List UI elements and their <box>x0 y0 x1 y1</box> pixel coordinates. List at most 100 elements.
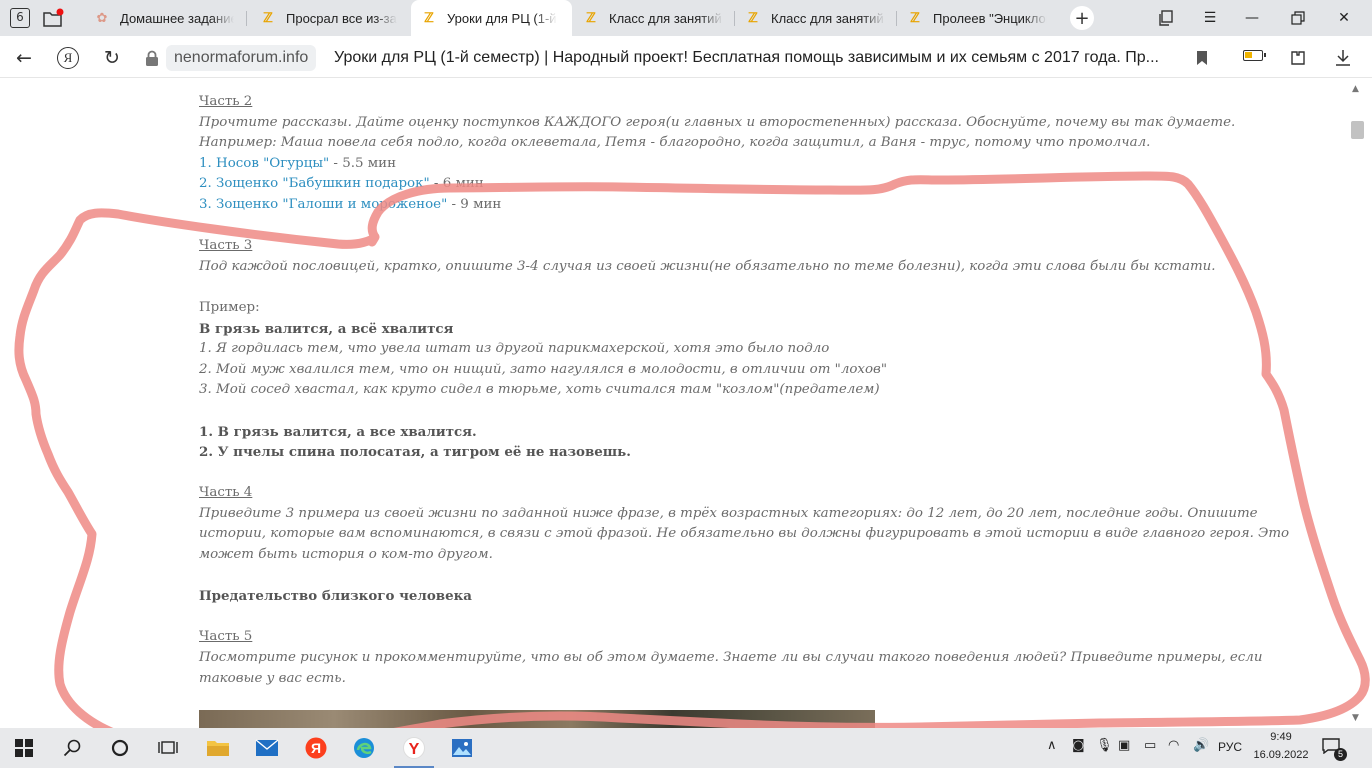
collections-button[interactable] <box>40 5 66 31</box>
yandex-zen-icon: ℤ <box>748 10 758 25</box>
battery-icon[interactable]: ▭ <box>1144 738 1156 753</box>
lock-icon[interactable] <box>143 50 161 66</box>
tab-label: Пролеев "Энциклоп <box>933 10 1047 26</box>
tab-class-a-1[interactable]: ℤ Класс для занятий А <box>573 0 733 36</box>
part4-phrase: Предательство близкого человека <box>199 588 472 605</box>
new-tab-button[interactable]: + <box>1070 6 1094 30</box>
task-view-icon <box>158 741 178 754</box>
part2-heading: Часть 2 <box>199 94 253 109</box>
url-page-title[interactable]: Уроки для РЦ (1-й семестр) | Народный пр… <box>334 45 1164 71</box>
restore-icon <box>1291 11 1305 25</box>
part4-text: Приведите 3 примера из своей жизни по за… <box>199 505 1290 563</box>
tab-label: Домашнее задание <box>120 10 234 26</box>
tab-label: Уроки для РЦ (1-й <box>447 10 557 26</box>
clock-time[interactable]: 9:49 <box>1256 731 1306 743</box>
bookmark-button[interactable] <box>1188 44 1216 72</box>
wifi-icon[interactable]: ◠ <box>1168 738 1179 753</box>
yandex-zen-icon: ℤ <box>263 10 273 25</box>
download-icon <box>1336 50 1350 66</box>
photos-icon <box>452 739 472 757</box>
arrow-left-icon: ← <box>16 47 32 69</box>
copy-icon <box>1159 10 1173 26</box>
search-icon <box>63 739 81 757</box>
show-hidden-icons[interactable]: ∧ <box>1047 738 1057 753</box>
restore-button[interactable] <box>1278 0 1318 36</box>
close-button[interactable]: ✕ <box>1324 0 1364 36</box>
svg-text:Я: Я <box>311 740 321 756</box>
battery-saver-icon[interactable] <box>1243 50 1266 61</box>
part3-text: Под каждой пословицей, кратко, опишите 3… <box>199 258 1216 274</box>
story-duration: - 5.5 мин <box>329 155 397 171</box>
tab-label: Класс для занятий А <box>771 10 885 26</box>
search-button[interactable] <box>48 728 96 768</box>
volume-icon[interactable]: 🔊 <box>1193 738 1209 753</box>
cortana-button[interactable] <box>96 728 144 768</box>
notification-count-badge: 5 <box>1334 748 1347 761</box>
file-explorer-button[interactable] <box>194 728 242 768</box>
extension-icon <box>1291 51 1305 65</box>
mail-button[interactable] <box>243 728 291 768</box>
tab-bar: 6 ✿ Домашнее задание ℤ Просрал все из-за… <box>0 0 1372 36</box>
extensions-button[interactable] <box>1284 44 1312 72</box>
task-view-button[interactable] <box>144 728 192 768</box>
microphone-icon[interactable]: 🎙 <box>1096 738 1113 753</box>
tab-prosral[interactable]: ℤ Просрал все из-за <box>250 0 410 36</box>
yandex-browser-icon: Y <box>403 737 425 759</box>
tab-counter-button[interactable]: 6 <box>7 5 33 31</box>
bookmark-icon <box>1197 51 1207 65</box>
story-link-row: 2. Зощенко "Бабушкин подарок" - 6 мин <box>199 174 1309 195</box>
collections-icon <box>43 8 64 27</box>
yandex-icon: Я <box>57 47 79 69</box>
address-bar: ← Я ↻ nenormaforum.info Уроки для РЦ (1-… <box>0 36 1372 78</box>
yandex-button[interactable]: Я <box>292 728 340 768</box>
reload-button[interactable]: ↻ <box>98 44 126 72</box>
story-link[interactable]: 1. Носов "Огурцы" <box>199 156 329 171</box>
minimize-button[interactable]: — <box>1232 0 1272 36</box>
story-link[interactable]: 3. Зощенко "Галоши и мороженое" <box>199 197 447 212</box>
reload-icon: ↻ <box>104 47 120 69</box>
file-explorer-icon <box>207 741 229 756</box>
tab-homework[interactable]: ✿ Домашнее задание <box>84 0 244 36</box>
yandex-icon: Я <box>305 737 327 759</box>
yandex-browser-button[interactable]: Y <box>390 728 438 768</box>
example-item: 1. Я гордилась тем, что увела штат из др… <box>199 341 830 357</box>
downloads-button[interactable] <box>1329 44 1357 72</box>
proverb-item: 1. В грязь валится, а все хвалится. <box>199 423 477 440</box>
scroll-up-arrow-icon[interactable]: ▲ <box>1352 84 1359 94</box>
photos-button[interactable] <box>438 728 486 768</box>
scroll-down-arrow-icon[interactable]: ▼ <box>1352 713 1359 723</box>
windows-start-icon <box>15 739 33 757</box>
scroll-thumb[interactable] <box>1351 121 1364 139</box>
menu-button[interactable]: ☰ <box>1190 0 1230 36</box>
story-link-row: 3. Зощенко "Галоши и мороженое" - 9 мин <box>199 195 1309 216</box>
language-indicator[interactable]: РУС <box>1218 740 1242 754</box>
clock-date[interactable]: 16.09.2022 <box>1248 749 1314 761</box>
tab-class-a-2[interactable]: ℤ Класс для занятий А <box>735 0 895 36</box>
minimize-icon: — <box>1245 10 1259 26</box>
tab-lessons-active[interactable]: ℤ Уроки для РЦ (1-й <box>411 0 572 36</box>
part5-text: Посмотрите рисунок и прокомментируйте, ч… <box>199 650 1263 686</box>
example-label: Пример: <box>199 299 260 315</box>
proverb-item: 2. У пчелы спина полосатая, а тигром её … <box>199 444 631 461</box>
svg-text:Y: Y <box>409 741 420 758</box>
part4-heading: Часть 4 <box>199 485 253 501</box>
example-item: 2. Мой муж хвалился тем, что он нищий, з… <box>199 361 887 377</box>
mail-icon <box>255 739 279 756</box>
edge-button[interactable] <box>340 728 388 768</box>
tab-proleev[interactable]: ℤ Пролеев "Энциклоп <box>897 0 1057 36</box>
story-link[interactable]: 2. Зощенко "Бабушкин подарок" <box>199 176 430 191</box>
domain-label[interactable]: nenormaforum.info <box>166 45 317 71</box>
start-button[interactable] <box>0 728 48 768</box>
meet-now-icon[interactable]: ◙ <box>1072 738 1085 753</box>
bookmarks-panel-button[interactable] <box>1146 0 1186 36</box>
scrollbar[interactable] <box>1346 79 1372 728</box>
article: Часть 2 Прочтите рассказы. Дайте оценку … <box>199 92 1309 689</box>
yandex-button[interactable]: Я <box>54 44 82 72</box>
network-activity-icon[interactable]: ▣ <box>1118 738 1130 753</box>
back-button[interactable]: ← <box>10 44 38 72</box>
part3-heading: Часть 3 <box>199 238 253 254</box>
yandex-flower-icon: ✿ <box>96 10 108 25</box>
